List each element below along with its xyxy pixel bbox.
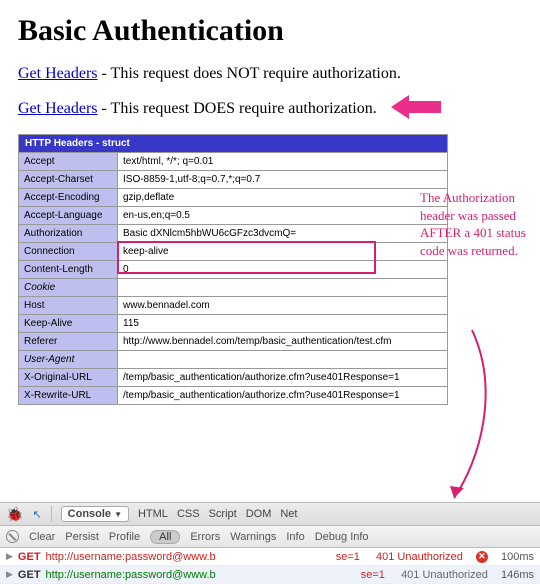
status-text: 401 Unauthorized [376, 551, 463, 563]
tab-script[interactable]: Script [209, 508, 237, 520]
status-text: 401 Unauthorized [401, 569, 488, 581]
timing: 146ms [501, 569, 534, 581]
header-key: Accept-Language [19, 206, 118, 224]
console-row[interactable]: ▶GET http://username:password@www.bse=1 … [0, 548, 540, 566]
error-icon: ✕ [476, 551, 488, 563]
devtools-subbar: Clear Persist Profile All Errors Warning… [0, 526, 540, 548]
inspect-icon[interactable]: ↖ [32, 508, 41, 521]
header-value: http://www.bennadel.com/temp/basic_authe… [118, 332, 448, 350]
page-title: Basic Authentication [18, 14, 522, 48]
tab-console[interactable]: Console▼ [61, 506, 129, 522]
tab-dom[interactable]: DOM [246, 508, 272, 520]
filter-warnings[interactable]: Warnings [230, 531, 276, 543]
profile-button[interactable]: Profile [109, 531, 140, 543]
table-row: Accepttext/html, */*; q=0.01 [19, 152, 448, 170]
expand-icon[interactable]: ▶ [6, 551, 13, 562]
filter-info[interactable]: Info [286, 531, 304, 543]
header-key: X-Rewrite-URL [19, 386, 118, 404]
http-method: GET [18, 569, 41, 581]
table-row: Content-Length0 [19, 260, 448, 278]
header-key: Keep-Alive [19, 314, 118, 332]
table-row: Hostwww.bennadel.com [19, 296, 448, 314]
timing: 100ms [501, 551, 534, 563]
intro-line-1: Get Headers - This request does NOT requ… [18, 64, 522, 85]
table-row: X-Rewrite-URL/temp/basic_authentication/… [19, 386, 448, 404]
table-title: HTTP Headers - struct [19, 134, 448, 152]
header-key: Accept [19, 152, 118, 170]
header-value: en-us,en;q=0.5 [118, 206, 448, 224]
get-headers-link-1[interactable]: Get Headers [18, 65, 98, 82]
filter-errors[interactable]: Errors [190, 531, 220, 543]
http-headers-table-wrap: HTTP Headers - struct Accepttext/html, *… [18, 134, 522, 405]
header-value: 0 [118, 260, 448, 278]
tab-html[interactable]: HTML [138, 508, 168, 520]
filter-all[interactable]: All [150, 530, 180, 544]
table-row: Accept-CharsetISO-8859-1,utf-8;q=0.7,*;q… [19, 170, 448, 188]
header-key: Accept-Encoding [19, 188, 118, 206]
header-value: text/html, */*; q=0.01 [118, 152, 448, 170]
header-key: Content-Length [19, 260, 118, 278]
expand-icon[interactable]: ▶ [6, 569, 13, 580]
header-value: /temp/basic_authentication/authorize.cfm… [118, 386, 448, 404]
header-value [118, 278, 448, 296]
pink-arrow-icon [391, 95, 441, 119]
header-key: Referer [19, 332, 118, 350]
header-key: Connection [19, 242, 118, 260]
devtools-tabbar: 🐞 ↖ Console▼ HTML CSS Script DOM Net [0, 502, 540, 526]
table-row: X-Original-URL/temp/basic_authentication… [19, 368, 448, 386]
header-value: 115 [118, 314, 448, 332]
intro-line-2-desc: - This request DOES require authorizatio… [98, 100, 377, 117]
table-row: Connectionkeep-alive [19, 242, 448, 260]
header-value: Basic dXNlcm5hbWU6cGFzc3dvcmQ= [118, 224, 448, 242]
devtools-panel: 🐞 ↖ Console▼ HTML CSS Script DOM Net Cle… [0, 502, 540, 584]
header-value: ISO-8859-1,utf-8;q=0.7,*;q=0.7 [118, 170, 448, 188]
header-value: /temp/basic_authentication/authorize.cfm… [118, 368, 448, 386]
firebug-icon[interactable]: 🐞 [6, 506, 23, 523]
table-row: Accept-Encodinggzip,deflate [19, 188, 448, 206]
table-row: User-Agent [19, 350, 448, 368]
stop-icon[interactable] [6, 530, 19, 543]
table-row: AuthorizationBasic dXNlcm5hbWU6cGFzc3dvc… [19, 224, 448, 242]
header-key: Accept-Charset [19, 170, 118, 188]
clear-button[interactable]: Clear [29, 531, 55, 543]
tab-net[interactable]: Net [280, 508, 297, 520]
filter-debug[interactable]: Debug Info [315, 531, 369, 543]
intro-line-1-desc: - This request does NOT require authoriz… [98, 65, 401, 82]
header-key: Cookie [19, 278, 118, 296]
http-headers-table: HTTP Headers - struct Accepttext/html, *… [18, 134, 448, 405]
console-rows: ▶GET http://username:password@www.bse=1 … [0, 548, 540, 584]
http-method: GET [18, 551, 41, 563]
header-key: Host [19, 296, 118, 314]
table-row: Keep-Alive115 [19, 314, 448, 332]
request-url: http://username:password@www.b [46, 569, 216, 581]
table-row: Accept-Languageen-us,en;q=0.5 [19, 206, 448, 224]
header-key: X-Original-URL [19, 368, 118, 386]
header-key: User-Agent [19, 350, 118, 368]
header-value [118, 350, 448, 368]
console-row[interactable]: ▶GET http://username:password@www.bse=1 … [0, 566, 540, 584]
persist-button[interactable]: Persist [65, 531, 99, 543]
table-row: Cookie [19, 278, 448, 296]
table-row: Refererhttp://www.bennadel.com/temp/basi… [19, 332, 448, 350]
request-url: http://username:password@www.b [46, 551, 216, 563]
intro-line-2: Get Headers - This request DOES require … [18, 99, 522, 120]
header-value: keep-alive [118, 242, 448, 260]
header-value: www.bennadel.com [118, 296, 448, 314]
query-frag: se=1 [336, 551, 360, 563]
query-frag: se=1 [361, 569, 385, 581]
get-headers-link-2[interactable]: Get Headers [18, 100, 98, 117]
tab-css[interactable]: CSS [177, 508, 200, 520]
header-key: Authorization [19, 224, 118, 242]
handwritten-annotation: The Authorization header was passed AFTE… [420, 189, 530, 259]
header-value: gzip,deflate [118, 188, 448, 206]
